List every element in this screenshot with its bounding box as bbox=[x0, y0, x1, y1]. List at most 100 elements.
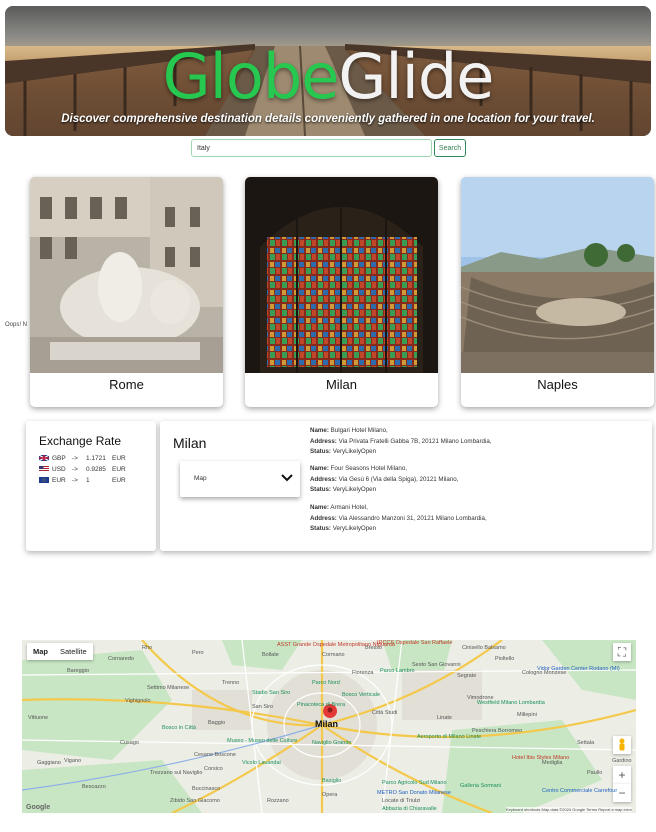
map-poi-label: Basiglio bbox=[322, 778, 342, 784]
map-label: San Siro bbox=[252, 704, 274, 710]
map-poi-label: Parco Agricolo Sud Milano bbox=[382, 780, 447, 786]
rate-code: USD bbox=[52, 465, 66, 473]
map-label: Trenno bbox=[222, 680, 240, 686]
search-input[interactable] bbox=[191, 139, 432, 157]
info-city-name: Milan bbox=[173, 435, 207, 451]
map-label: Zibido San Giacomo bbox=[170, 798, 220, 804]
map-type-tabs: Map Satellite bbox=[27, 643, 93, 660]
city-card-rome[interactable]: Rome bbox=[30, 177, 223, 407]
map-label: Bescazzo bbox=[82, 784, 106, 790]
map-poi-label: Aeroporto di Milano Linate bbox=[417, 734, 482, 740]
map-city-label: Milan bbox=[315, 719, 339, 729]
search-button[interactable]: Search bbox=[434, 139, 466, 157]
hotel-address: Via Alessandro Manzoni 31, 20121 Milano … bbox=[338, 514, 487, 522]
map-shop-label: METRO San Donato Milanese bbox=[377, 790, 451, 796]
map-label: Vighignolo bbox=[125, 698, 151, 704]
rate-value: 0.9285 bbox=[86, 465, 106, 473]
rate-arrow: -> bbox=[72, 476, 78, 484]
rate-arrow: -> bbox=[72, 454, 78, 462]
tab-satellite[interactable]: Satellite bbox=[54, 643, 93, 660]
map-poi-label: Galleria Sormani bbox=[460, 783, 501, 789]
label-status: Status: bbox=[310, 525, 331, 532]
map-hotel-label: Hotel Ibis Styles Milano bbox=[512, 755, 570, 761]
map-label: Cormano bbox=[322, 652, 345, 658]
error-message: Oops! N bbox=[5, 322, 28, 328]
map-label: Cornaredo bbox=[108, 656, 134, 662]
map-label: Cesano Boscone bbox=[194, 752, 236, 758]
label-name: Name: bbox=[310, 504, 329, 511]
map-shop-label: Centro Commerciale Carrefour bbox=[542, 788, 618, 794]
fullscreen-icon[interactable]: ⛶ bbox=[613, 643, 631, 661]
hero-banner: GlobeGlide Discover comprehensive destin… bbox=[5, 6, 651, 136]
map-select-label: Map bbox=[194, 475, 207, 482]
map-poi-label: Bosco Verticale bbox=[342, 692, 380, 698]
site-subtitle: Discover comprehensive destination detai… bbox=[61, 113, 595, 125]
naples-photo bbox=[461, 177, 654, 373]
title-globe: Globe bbox=[162, 40, 340, 113]
map-poi-label: Vicolo Lavandai bbox=[242, 760, 281, 766]
tab-map[interactable]: Map bbox=[27, 643, 54, 660]
us-flag-icon bbox=[39, 466, 49, 472]
map-label: Settimo Milanese bbox=[147, 685, 190, 691]
card-city-name: Milan bbox=[325, 377, 358, 392]
map-select-dropdown[interactable]: Map bbox=[180, 461, 300, 497]
hotel-entry: Name: Four Seasons Hotel Milano, Address… bbox=[310, 464, 458, 496]
rate-row-usd: USD -> 0.9285 EUR bbox=[39, 464, 126, 474]
rate-row-eur: EUR -> 1 EUR bbox=[39, 475, 126, 485]
map-poi-label: Parco Lambro bbox=[380, 668, 415, 674]
map-label: Linate bbox=[437, 715, 452, 721]
milan-photo bbox=[245, 177, 438, 373]
map-poi-label: Pinacoteca di Brera bbox=[297, 702, 345, 708]
map-label: Vittuone bbox=[28, 715, 49, 721]
pegman-icon[interactable] bbox=[613, 736, 631, 754]
hotel-address: Via Privata Fratelli Gabba 7B, 20121 Mil… bbox=[338, 437, 492, 445]
map-label: Buccinasco bbox=[192, 786, 221, 792]
label-name: Name: bbox=[310, 465, 329, 472]
hotel-name: Four Seasons Hotel Milano, bbox=[330, 465, 408, 472]
map-label: Pioltello bbox=[495, 656, 515, 662]
label-address: Address: bbox=[310, 475, 337, 483]
rate-target: EUR bbox=[112, 454, 126, 462]
exchange-rate-panel: Exchange Rate GBP -> 1.1721 EUR USD -> 0… bbox=[26, 421, 156, 551]
zoom-in-button[interactable]: + bbox=[613, 766, 631, 784]
map-label: Corsico bbox=[204, 766, 223, 772]
map-label: Bareggio bbox=[67, 668, 90, 674]
label-name: Name: bbox=[310, 427, 329, 434]
rome-photo bbox=[30, 177, 223, 373]
map-poi-label: Museo - Museo delle Culture bbox=[227, 738, 298, 744]
map-poi-label: Abbazia di Chiaravalle bbox=[382, 806, 437, 812]
label-status: Status: bbox=[310, 448, 331, 455]
rate-target: EUR bbox=[112, 465, 126, 473]
map-label: Trezzano sul Naviglio bbox=[150, 770, 203, 776]
rate-arrow: -> bbox=[72, 465, 78, 473]
map-poi-label: Bosco in Città bbox=[162, 725, 196, 731]
rate-row-gbp: GBP -> 1.1721 EUR bbox=[39, 453, 126, 463]
map-label: Sesto San Giovanni bbox=[412, 662, 461, 668]
card-city-name: Naples bbox=[537, 377, 578, 392]
map-label: Opera bbox=[322, 792, 338, 798]
map-poi-label: Naviglio Grande bbox=[312, 740, 352, 746]
map-label: Gardino bbox=[612, 758, 632, 764]
map-label: Locate di Triulzi bbox=[382, 798, 421, 804]
google-map[interactable]: Map Satellite ⛶ + − Milan Cornaredo Bare… bbox=[22, 640, 636, 813]
city-info-panel: Milan Map Name: Bulgari Hotel Milano, Ad… bbox=[160, 421, 652, 551]
map-label: Bollate bbox=[262, 652, 279, 658]
map-poi-label: Stadio San Siro bbox=[252, 690, 291, 696]
map-label: Paullo bbox=[587, 770, 603, 776]
rate-code: EUR bbox=[52, 476, 66, 484]
map-attribution[interactable]: Keyboard shortcuts Map data ©2024 Google… bbox=[505, 807, 632, 812]
card-city-name: Rome bbox=[109, 377, 144, 392]
map-label: Vigano bbox=[64, 758, 82, 764]
map-label: Baggio bbox=[208, 720, 226, 726]
title-glide: Glide bbox=[338, 40, 494, 113]
map-label: Millepini bbox=[517, 712, 537, 718]
site-title: GlobeGlide bbox=[5, 46, 651, 108]
city-card-milan[interactable]: Milan bbox=[245, 177, 438, 407]
city-card-naples[interactable]: Naples bbox=[461, 177, 654, 407]
hotel-name: Armani Hotel, bbox=[330, 504, 368, 511]
hotel-name: Bulgari Hotel Milano, bbox=[330, 427, 388, 434]
hotel-address: Via Gesù 6 (Via della Spiga), 20121 Mila… bbox=[338, 475, 459, 483]
label-status: Status: bbox=[310, 486, 331, 493]
google-logo: Google bbox=[26, 804, 51, 811]
map-hospital-label: IRCCS Ospedale San Raffaele bbox=[377, 640, 453, 646]
